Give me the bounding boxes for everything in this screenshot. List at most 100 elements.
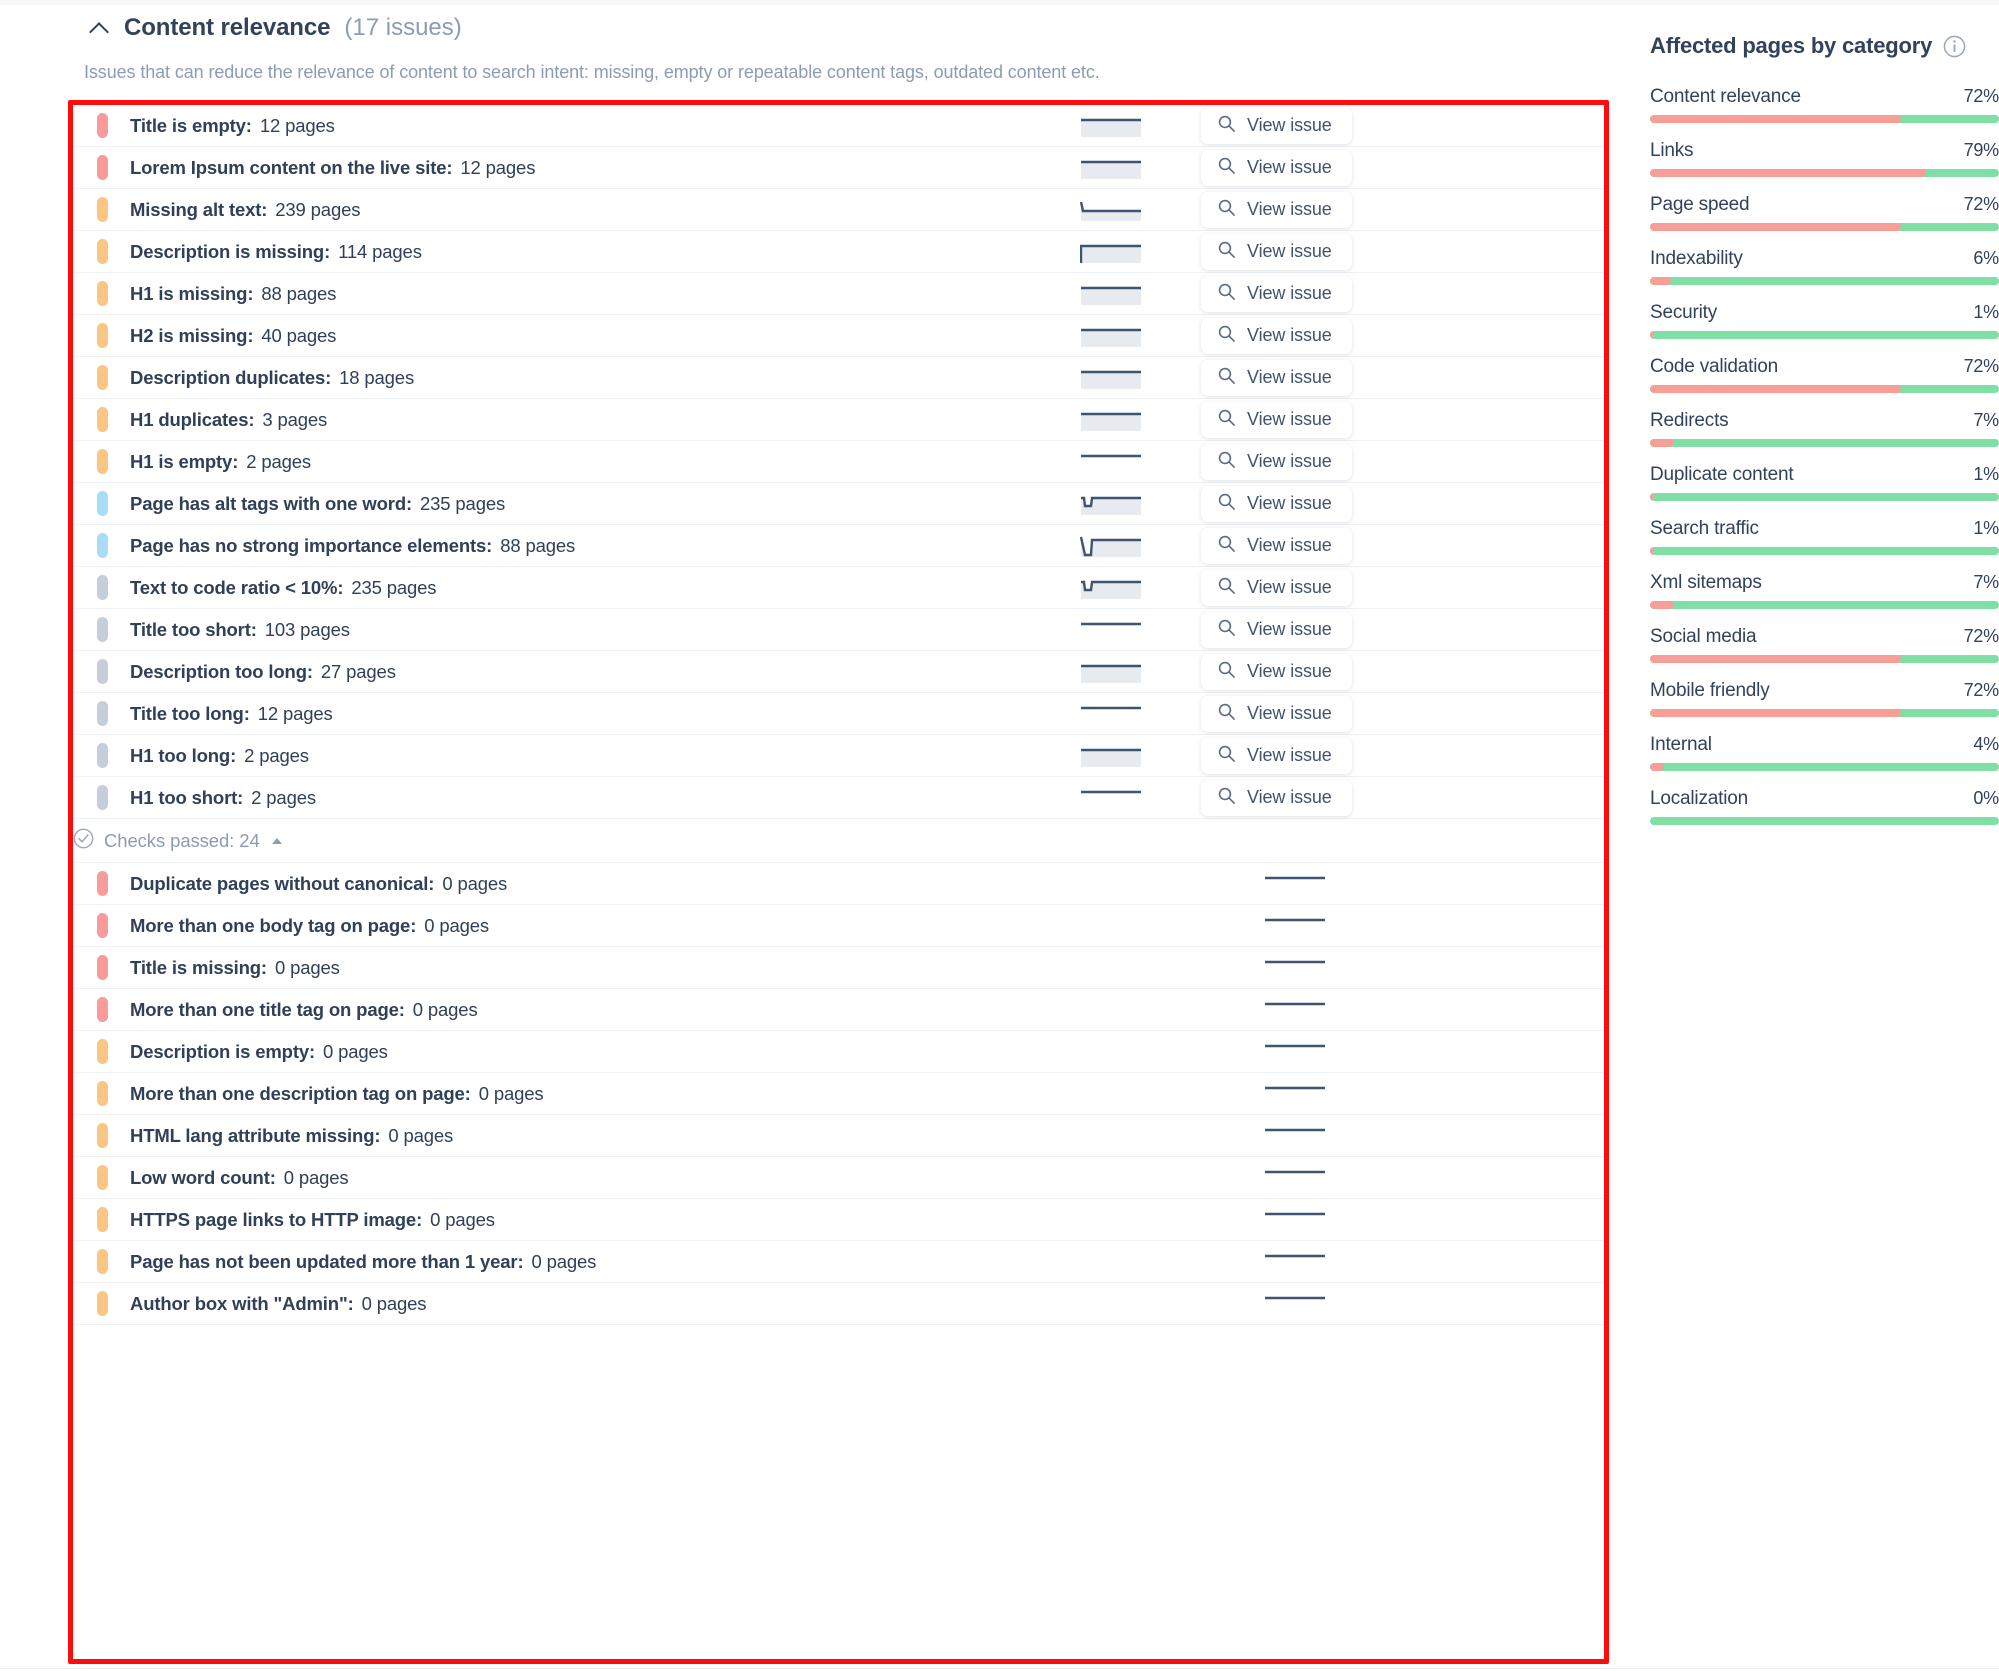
issue-row[interactable]: More than one description tag on page 0 … [73, 1073, 1604, 1115]
issue-row[interactable]: Page has no strong importance elements 8… [73, 525, 1604, 567]
section-description: Issues that can reduce the relevance of … [84, 62, 1100, 82]
view-issue-button[interactable]: View issue [1201, 737, 1352, 774]
issue-trend-sparkline [1080, 702, 1142, 726]
view-issue-label: View issue [1247, 493, 1332, 513]
category-percent: 72% [1963, 86, 1999, 106]
info-icon[interactable] [1943, 35, 1966, 58]
category-item[interactable]: Duplicate content 1% [1650, 464, 1999, 501]
issue-row[interactable]: Title is empty 12 pages View issue [73, 105, 1604, 147]
checks-passed-label: Checks passed: 24 [104, 829, 260, 851]
issue-row[interactable]: H2 is missing 40 pages View issue [73, 315, 1604, 357]
category-header: Duplicate content 1% [1650, 464, 1999, 486]
issue-label: More than one description tag on page 0 … [130, 1083, 544, 1105]
view-issue-button[interactable]: View issue [1201, 695, 1352, 732]
chevron-up-small-icon[interactable] [271, 837, 282, 844]
view-issue-button[interactable]: View issue [1201, 149, 1352, 186]
issue-name: More than one body tag on page [130, 915, 416, 937]
category-item[interactable]: Redirects 7% [1650, 410, 1999, 447]
view-issue-button[interactable]: View issue [1201, 275, 1352, 312]
issue-page-count: 0 pages [361, 1292, 427, 1314]
chevron-up-icon[interactable] [90, 18, 110, 38]
category-item[interactable]: Code validation 72% [1650, 356, 1999, 393]
issue-name: Low word count [130, 1167, 276, 1189]
severity-indicator-warning [97, 1291, 108, 1316]
issue-row[interactable]: Low word count 0 pages [73, 1157, 1604, 1199]
view-issue-button[interactable]: View issue [1201, 233, 1352, 270]
category-item[interactable]: Security 1% [1650, 302, 1999, 339]
category-item[interactable]: Links 79% [1650, 140, 1999, 177]
magnifier-icon [1217, 534, 1236, 558]
view-issue-button[interactable]: View issue [1201, 779, 1352, 816]
issue-trend-sparkline [1264, 1208, 1326, 1232]
issue-row[interactable]: HTML lang attribute missing 0 pages [73, 1115, 1604, 1157]
issue-label: More than one title tag on page 0 pages [130, 999, 478, 1021]
affected-pages-panel: Affected pages by category Content relev… [1650, 0, 1999, 842]
view-issue-button[interactable]: View issue [1201, 359, 1352, 396]
category-item[interactable]: Indexability 6% [1650, 248, 1999, 285]
issue-row[interactable]: Missing alt text 239 pages View issue [73, 189, 1604, 231]
issue-page-count: 114 pages [338, 240, 422, 262]
issue-row[interactable]: Title too long 12 pages View issue [73, 693, 1604, 735]
issue-row[interactable]: Title is missing 0 pages [73, 947, 1604, 989]
view-issue-label: View issue [1247, 115, 1332, 135]
issue-trend-sparkline [1080, 534, 1142, 558]
view-issue-button[interactable]: View issue [1201, 401, 1352, 438]
category-item[interactable]: Xml sitemaps 7% [1650, 572, 1999, 609]
issue-row[interactable]: Description is empty 0 pages [73, 1031, 1604, 1073]
section-header[interactable]: Content relevance (17 issues) [0, 0, 1614, 46]
view-issue-button[interactable]: View issue [1201, 611, 1352, 648]
view-issue-button[interactable]: View issue [1201, 485, 1352, 522]
checks-passed-toggle[interactable]: Checks passed: 24 [73, 819, 1604, 863]
category-name: Xml sitemaps [1650, 572, 1762, 593]
category-item[interactable]: Internal 4% [1650, 734, 1999, 771]
severity-indicator-warning [97, 197, 108, 222]
category-affected-fill [1650, 439, 1675, 447]
severity-indicator-info [97, 575, 108, 600]
view-issue-button[interactable]: View issue [1201, 527, 1352, 564]
category-progress-bar [1650, 169, 1999, 177]
category-progress-bar [1650, 547, 1999, 555]
category-item[interactable]: Page speed 72% [1650, 194, 1999, 231]
issue-row[interactable]: Description is missing 114 pages View is… [73, 231, 1604, 273]
issue-row[interactable]: Description too long 27 pages View issue [73, 651, 1604, 693]
issue-name: HTML lang attribute missing [130, 1125, 380, 1147]
category-affected-fill [1650, 601, 1675, 609]
view-issue-button[interactable]: View issue [1201, 653, 1352, 690]
severity-indicator-warning [97, 323, 108, 348]
issue-row[interactable]: Text to code ratio < 10% 235 pages View … [73, 567, 1604, 609]
category-item[interactable]: Social media 72% [1650, 626, 1999, 663]
issue-row[interactable]: H1 is empty 2 pages View issue [73, 441, 1604, 483]
view-issue-button[interactable]: View issue [1201, 191, 1352, 228]
category-item[interactable]: Mobile friendly 72% [1650, 680, 1999, 717]
issue-row[interactable]: Author box with "Admin" 0 pages [73, 1283, 1604, 1325]
issue-row[interactable]: Title too short 103 pages View issue [73, 609, 1604, 651]
view-issue-button[interactable]: View issue [1201, 107, 1352, 144]
issue-row[interactable]: Page has alt tags with one word 235 page… [73, 483, 1604, 525]
issue-row[interactable]: Page has not been updated more than 1 ye… [73, 1241, 1604, 1283]
issue-row[interactable]: Duplicate pages without canonical 0 page… [73, 863, 1604, 905]
issue-row[interactable]: More than one body tag on page 0 pages [73, 905, 1604, 947]
issue-row[interactable]: H1 is missing 88 pages View issue [73, 273, 1604, 315]
severity-indicator-info [97, 617, 108, 642]
category-header: Links 79% [1650, 140, 1999, 162]
issue-row[interactable]: H1 duplicates 3 pages View issue [73, 399, 1604, 441]
category-item[interactable]: Search traffic 1% [1650, 518, 1999, 555]
issue-row[interactable]: H1 too short 2 pages View issue [73, 777, 1604, 819]
view-issue-button[interactable]: View issue [1201, 443, 1352, 480]
issue-label: H2 is missing 40 pages [130, 325, 336, 347]
issue-name: Page has not been updated more than 1 ye… [130, 1251, 523, 1273]
category-name: Security [1650, 302, 1718, 323]
issue-row[interactable]: HTTPS page links to HTTP image 0 pages [73, 1199, 1604, 1241]
issue-row[interactable]: Description duplicates 18 pages View iss… [73, 357, 1604, 399]
category-item[interactable]: Localization 0% [1650, 788, 1999, 825]
issue-row[interactable]: H1 too long 2 pages View issue [73, 735, 1604, 777]
issue-label: H1 is empty 2 pages [130, 451, 311, 473]
category-header: Security 1% [1650, 302, 1999, 324]
issue-row[interactable]: More than one title tag on page 0 pages [73, 989, 1604, 1031]
view-issue-button[interactable]: View issue [1201, 569, 1352, 606]
issue-row[interactable]: Lorem Ipsum content on the live site 12 … [73, 147, 1604, 189]
category-item[interactable]: Content relevance 72% [1650, 86, 1999, 123]
issue-trend-sparkline [1080, 408, 1142, 432]
view-issue-button[interactable]: View issue [1201, 317, 1352, 354]
issue-page-count: 12 pages [460, 156, 536, 178]
